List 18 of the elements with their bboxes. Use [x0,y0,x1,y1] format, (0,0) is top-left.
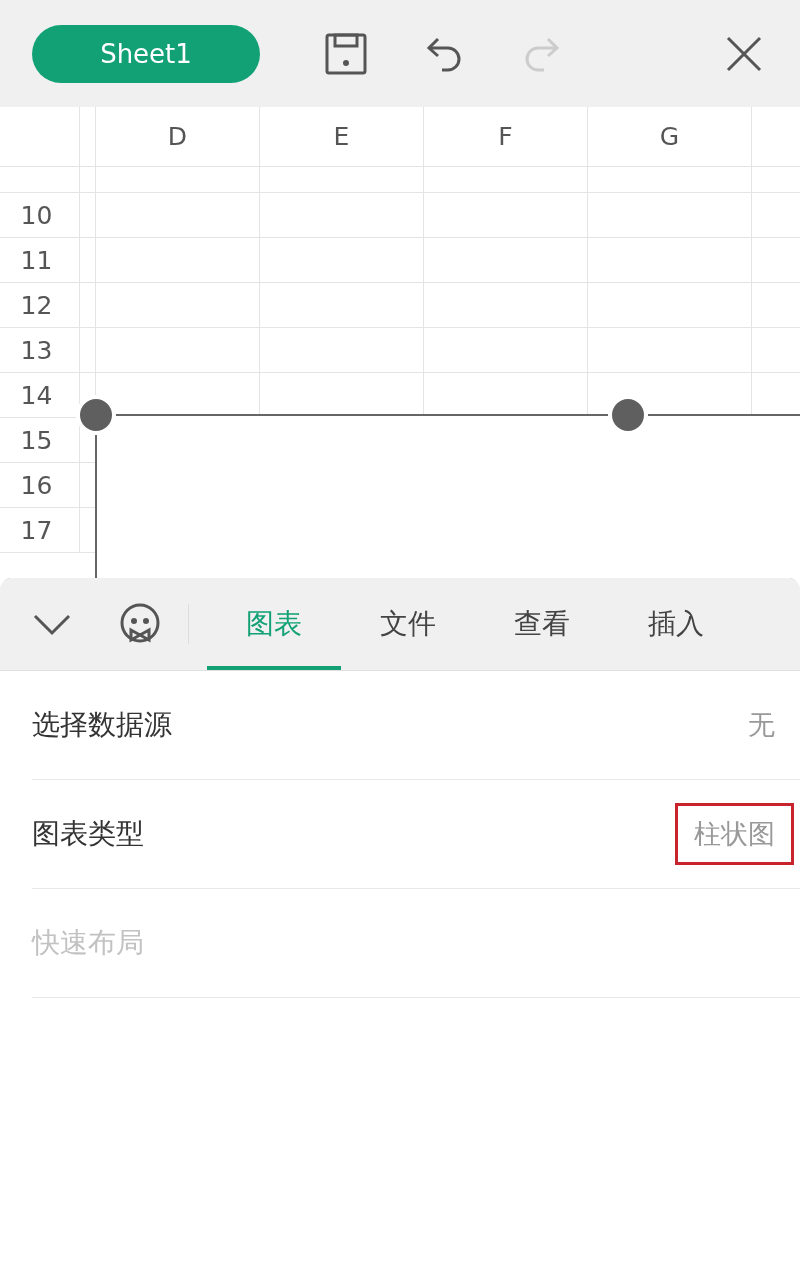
column-header[interactable]: F [424,107,588,166]
column-header[interactable]: G [588,107,752,166]
tab[interactable]: 查看 [475,578,609,670]
row-header[interactable]: 11 [0,238,80,282]
option-value: 无 [747,708,776,742]
option-value: 柱状图 [675,803,794,865]
tab[interactable]: 插入 [609,578,743,670]
row-header[interactable]: 12 [0,283,80,327]
chart-object[interactable] [76,395,800,578]
column-header[interactable]: D [96,107,260,166]
tab[interactable]: 文件 [341,578,475,670]
row-header[interactable]: 13 [0,328,80,372]
option-label[interactable]: 选择数据源 [32,706,172,744]
row-header[interactable]: 17 [0,508,80,552]
column-header[interactable]: E [260,107,424,166]
row-header[interactable]: 10 [0,193,80,237]
option-label[interactable]: 图表类型 [32,815,144,853]
row-header[interactable]: 16 [0,463,80,507]
